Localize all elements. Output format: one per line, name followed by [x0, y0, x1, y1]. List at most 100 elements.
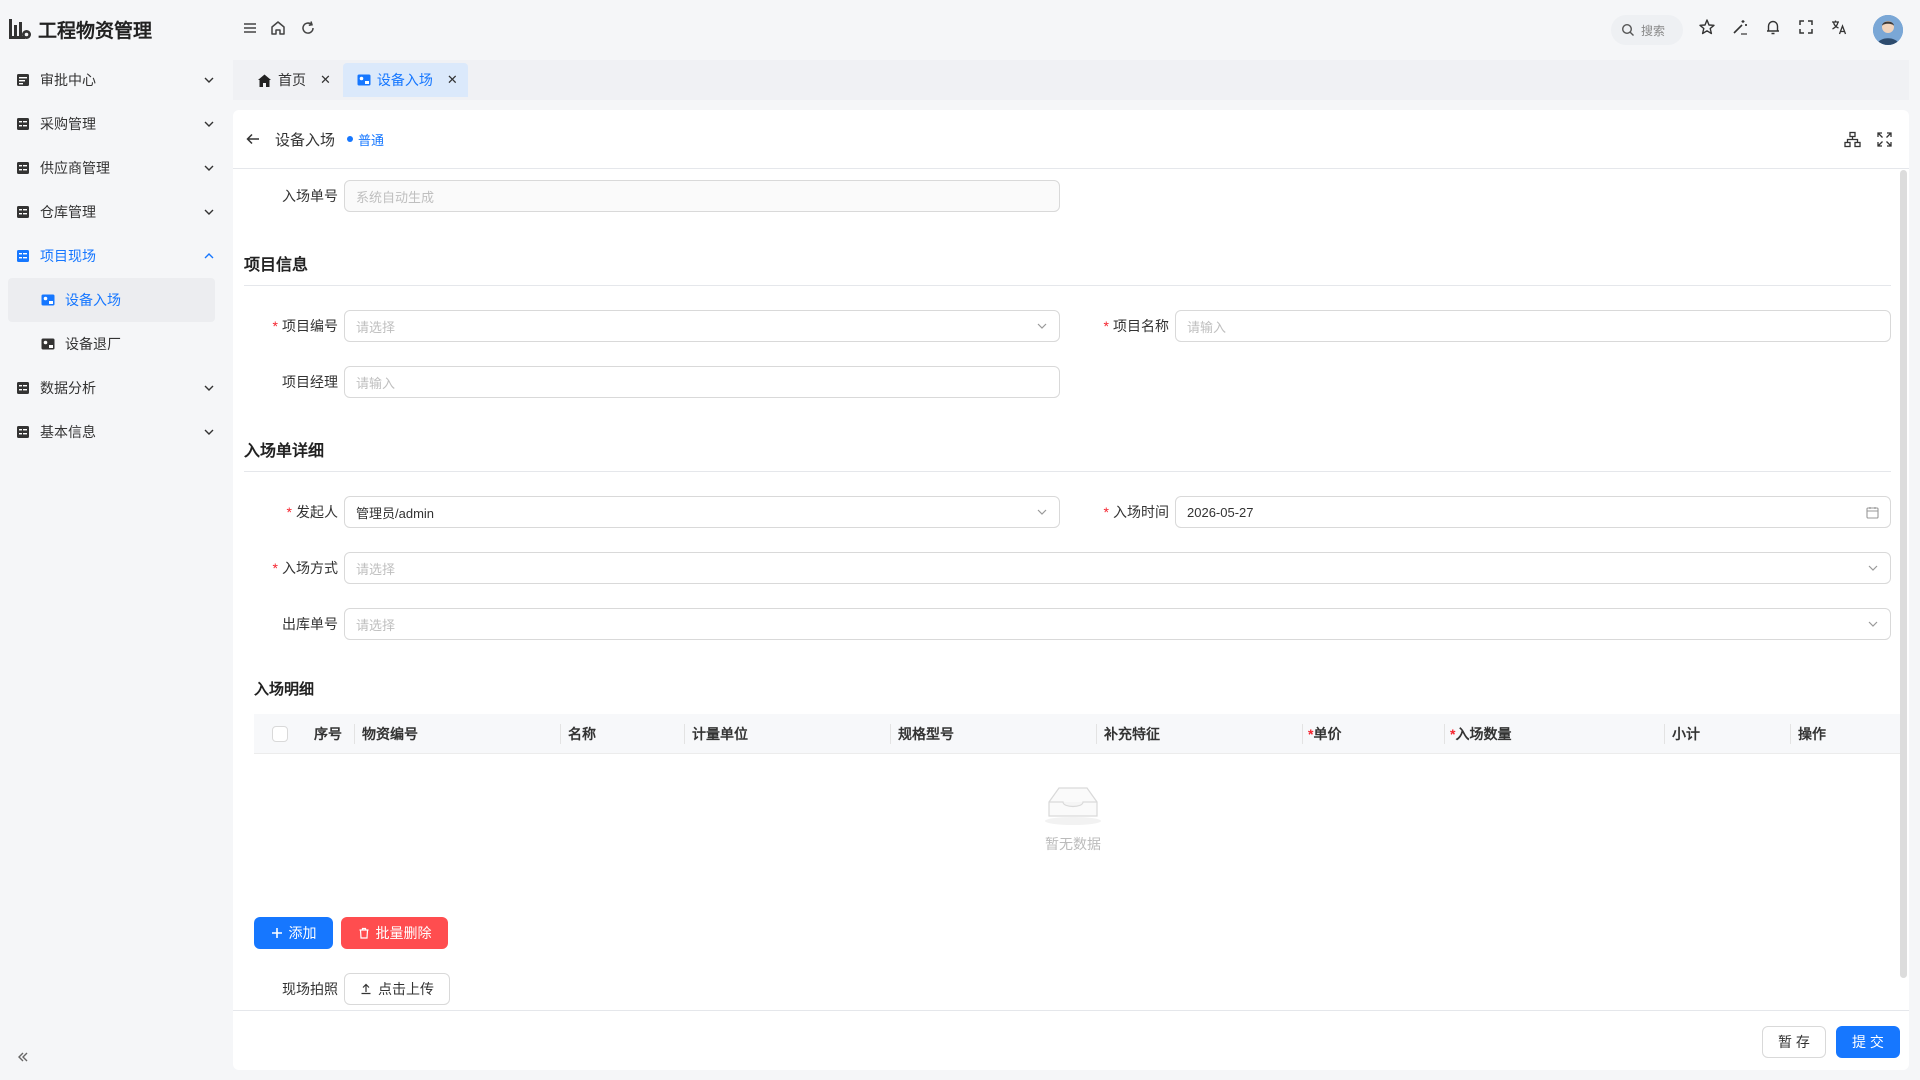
form-icon [16, 117, 30, 131]
section-title-detail: 入场单详细 [244, 443, 325, 460]
batch-delete-label: 批量删除 [375, 925, 432, 941]
initiator-label: * 发起人 [286, 504, 338, 520]
sidebar-item-data-analysis[interactable]: 数据分析 [0, 366, 233, 410]
sidebar-item-label: 基本信息 [40, 424, 96, 440]
entry-method-label: * 入场方式 [272, 560, 338, 576]
initiator-value: 管理员/admin [356, 505, 435, 521]
form-icon [16, 381, 30, 395]
save-draft-label: 暂 存 [1778, 1034, 1810, 1050]
initiator-select[interactable]: 管理员/admin [344, 496, 1060, 528]
collapse-sidebar-icon[interactable] [16, 1050, 30, 1064]
project-code-label: * 项目编号 [272, 318, 338, 334]
project-manager-placeholder: 请输入 [356, 375, 396, 391]
project-code-select[interactable]: 请选择 [344, 310, 1060, 342]
upload-icon [360, 983, 372, 995]
equipment-icon [41, 338, 55, 350]
submit-button[interactable]: 提 交 [1836, 1026, 1900, 1058]
scrollbar[interactable] [1900, 170, 1907, 978]
sidebar-item-project-site[interactable]: 项目现场 [0, 234, 233, 278]
column-divider [1444, 724, 1445, 744]
sidebar-subitem-label: 设备退厂 [65, 336, 121, 352]
add-button-label: 添加 [288, 925, 317, 941]
entry-time-label: * 入场时间 [1103, 504, 1169, 520]
org-chart-icon[interactable] [1844, 131, 1861, 148]
chevron-down-icon [1036, 506, 1048, 518]
chevron-down-icon [203, 426, 215, 438]
bell-icon[interactable] [1764, 18, 1782, 36]
column-divider [560, 724, 561, 744]
section-divider [244, 471, 1891, 472]
save-draft-button[interactable]: 暂 存 [1762, 1026, 1826, 1058]
outbound-no-placeholder: 请选择 [356, 617, 396, 633]
chevron-down-icon [1867, 618, 1879, 630]
column-header: 规格型号 [898, 726, 954, 742]
close-icon[interactable]: ✕ [447, 72, 458, 88]
magic-wand-icon[interactable] [1731, 18, 1749, 36]
form-icon [16, 205, 30, 219]
column-divider [1096, 724, 1097, 744]
star-icon[interactable] [1698, 18, 1716, 36]
project-manager-input[interactable]: 请输入 [344, 366, 1060, 398]
outbound-no-select[interactable]: 请选择 [344, 608, 1891, 640]
empty-text: 暂无数据 [1045, 836, 1101, 852]
close-icon[interactable]: ✕ [320, 72, 331, 88]
sidebar-item-label: 仓库管理 [40, 204, 96, 220]
chevron-down-icon [1867, 562, 1879, 574]
tab-home[interactable]: 首页 ✕ [243, 63, 341, 97]
sidebar: 工程物资管理 审批中心 采购管理 供应商管理 仓库管理 项目现场 设备入场 设备… [0, 0, 233, 1080]
chevron-down-icon [203, 382, 215, 394]
column-header: *入场数量 [1450, 726, 1512, 742]
translate-icon[interactable] [1830, 18, 1848, 36]
chevron-down-icon [203, 74, 215, 86]
sidebar-subitem-equipment-entry[interactable]: 设备入场 [8, 278, 215, 322]
sidebar-item-basic-info[interactable]: 基本信息 [0, 410, 233, 454]
batch-delete-button[interactable]: 批量删除 [341, 917, 448, 949]
chevron-down-icon [203, 162, 215, 174]
column-divider [1664, 724, 1665, 744]
logo-icon [8, 17, 32, 41]
status-dot [347, 136, 354, 142]
sidebar-subitem-equipment-exit[interactable]: 设备退厂 [8, 322, 215, 366]
select-all-checkbox[interactable] [272, 726, 288, 742]
expand-icon[interactable] [1876, 131, 1893, 148]
upload-button[interactable]: 点击上传 [344, 973, 450, 1005]
entry-method-select[interactable]: 请选择 [344, 552, 1891, 584]
home-icon [257, 73, 272, 88]
app-logo[interactable]: 工程物资管理 [8, 14, 152, 44]
empty-inbox-icon [1033, 782, 1113, 826]
project-name-input[interactable]: 请输入 [1175, 310, 1891, 342]
form-icon [16, 425, 30, 439]
chevron-up-icon [203, 250, 215, 262]
sidebar-item-procurement[interactable]: 采购管理 [0, 102, 233, 146]
upload-label: 点击上传 [378, 981, 434, 997]
column-divider [1790, 724, 1791, 744]
global-search[interactable]: 搜索 [1611, 15, 1683, 45]
sidebar-item-approval[interactable]: 审批中心 [0, 58, 233, 102]
chevron-down-icon [203, 118, 215, 130]
project-name-placeholder: 请输入 [1187, 319, 1227, 335]
tab-label: 设备入场 [376, 72, 433, 88]
sidebar-item-warehouse[interactable]: 仓库管理 [0, 190, 233, 234]
fullscreen-icon[interactable] [1797, 18, 1815, 36]
entry-time-picker[interactable]: 2026-05-27 [1175, 496, 1891, 528]
column-header: 操作 [1798, 726, 1826, 742]
entry-no-field[interactable]: 系统自动生成 [344, 180, 1060, 212]
menu-toggle-icon[interactable] [241, 19, 259, 37]
sidebar-item-supplier[interactable]: 供应商管理 [0, 146, 233, 190]
home-icon[interactable] [269, 19, 287, 37]
tab-label: 首页 [278, 72, 306, 88]
back-arrow-icon[interactable] [245, 131, 261, 147]
column-header: 小计 [1672, 726, 1700, 742]
avatar[interactable] [1873, 15, 1903, 45]
add-row-button[interactable]: 添加 [254, 917, 333, 949]
sidebar-item-label: 审批中心 [40, 72, 96, 88]
chevron-down-icon [1036, 320, 1048, 332]
column-header: 物资编号 [362, 726, 418, 742]
column-header: 名称 [568, 726, 596, 742]
refresh-icon[interactable] [299, 19, 317, 37]
sidebar-item-label: 项目现场 [40, 248, 96, 264]
tab-equipment-entry[interactable]: 设备入场 ✕ [342, 63, 468, 97]
entry-no-label: 入场单号 [282, 188, 338, 204]
tab-bar: 首页 ✕ 设备入场 ✕ [233, 60, 1909, 100]
column-divider [1302, 724, 1303, 744]
